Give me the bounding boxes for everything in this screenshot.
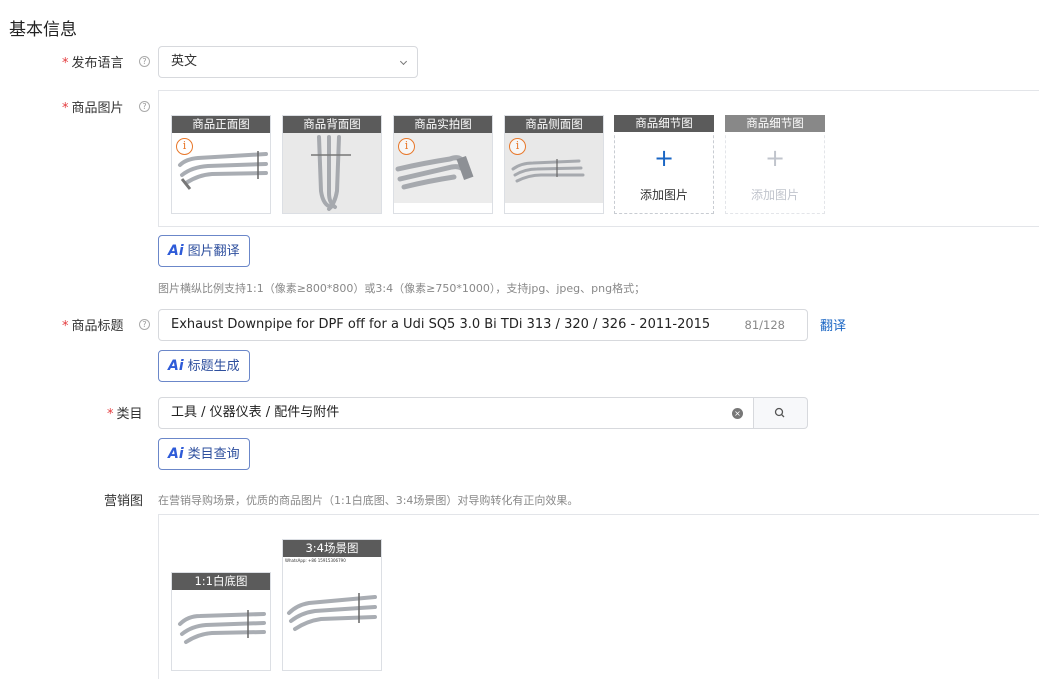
images-label: * 商品图片 — [62, 97, 124, 116]
downpipe-photo — [283, 133, 381, 213]
ai-icon: Ai — [168, 446, 184, 462]
category-input-value: 工具 / 仪器仪表 / 配件与附件 — [171, 405, 340, 420]
category-label: * 类目 — [107, 403, 143, 422]
required-mark: * — [62, 101, 69, 116]
image-format-hint: 图片横纵比例支持1:1（像素≥800*800）或3:4（像素≥750*1000）… — [158, 282, 646, 295]
downpipe-photo — [287, 593, 377, 631]
translate-link[interactable]: 翻译 — [820, 315, 846, 334]
downpipe-photo — [178, 610, 266, 644]
marketing-label: 营销图 — [104, 494, 144, 509]
title-char-counter: 81/128 — [744, 318, 785, 332]
image-translate-label: 图片翻译 — [187, 244, 240, 259]
scene-image[interactable]: 3:4场景图 WhatsApp: +86 15915306790 — [282, 539, 382, 671]
language-label-text: 发布语言 — [71, 56, 124, 71]
help-icon[interactable]: ? — [139, 56, 150, 67]
image-caption: 商品正面图 — [172, 116, 270, 133]
clear-icon[interactable]: × — [732, 408, 743, 419]
help-icon[interactable]: ? — [139, 101, 150, 112]
category-query-label: 类目查询 — [187, 447, 240, 462]
product-back-image[interactable]: 商品背面图 — [282, 115, 382, 214]
white-bg-image[interactable]: 1:1白底图 — [171, 572, 271, 671]
add-image-label: 添加图片 — [750, 188, 799, 202]
category-label-text: 类目 — [116, 407, 143, 422]
image-translate-button[interactable]: Ai 图片翻译 — [158, 235, 250, 267]
required-mark: * — [62, 56, 69, 71]
product-front-image[interactable]: 商品正面图 i — [171, 115, 271, 214]
product-side-image[interactable]: 商品侧面图 i — [504, 115, 604, 214]
title-generate-label: 标题生成 — [187, 359, 240, 374]
marketing-hint: 在营销导购场景，优质的商品图片（1:1白底图、3:4场景图）对导购转化有正向效果… — [158, 494, 579, 507]
required-mark: * — [62, 319, 69, 334]
image-caption: 商品侧面图 — [505, 116, 603, 133]
image-caption: 3:4场景图 — [283, 540, 381, 557]
warning-icon[interactable]: i — [176, 138, 193, 155]
add-detail-image-button-disabled: 商品细节图 + 添加图片 — [725, 115, 825, 214]
title-input-value: Exhaust Downpipe for DPF off for a Udi S… — [171, 317, 711, 332]
title-label-text: 商品标题 — [71, 319, 124, 334]
plus-icon: + — [764, 144, 786, 172]
add-detail-image-button[interactable]: 商品细节图 + 添加图片 — [614, 115, 714, 214]
chevron-down-icon — [399, 57, 408, 66]
language-label: * 发布语言 — [62, 52, 124, 71]
category-input[interactable]: 工具 / 仪器仪表 / 配件与附件 × — [158, 397, 754, 429]
category-query-button[interactable]: Ai 类目查询 — [158, 438, 250, 470]
images-label-text: 商品图片 — [71, 101, 124, 116]
ai-icon: Ai — [168, 243, 184, 259]
plus-icon: + — [653, 144, 675, 172]
category-search-button[interactable] — [754, 397, 808, 429]
image-caption: 商品背面图 — [283, 116, 381, 133]
image-caption: 商品细节图 — [614, 115, 714, 132]
add-image-label: 添加图片 — [639, 188, 688, 202]
language-select[interactable]: 英文 — [158, 46, 418, 78]
product-real-image[interactable]: 商品实拍图 i — [393, 115, 493, 214]
ai-icon: Ai — [168, 358, 184, 374]
language-select-value: 英文 — [171, 54, 198, 69]
title-generate-button[interactable]: Ai 标题生成 — [158, 350, 250, 382]
help-icon[interactable]: ? — [139, 319, 150, 330]
image-caption: 商品细节图 — [725, 115, 825, 132]
title-label: * 商品标题 — [62, 315, 124, 334]
search-icon — [774, 407, 785, 418]
required-mark: * — [107, 407, 114, 422]
title-input[interactable]: Exhaust Downpipe for DPF off for a Udi S… — [158, 309, 808, 341]
image-caption: 商品实拍图 — [394, 116, 492, 133]
warning-icon[interactable]: i — [509, 138, 526, 155]
image-caption: 1:1白底图 — [172, 573, 270, 590]
warning-icon[interactable]: i — [398, 138, 415, 155]
section-title: 基本信息 — [9, 20, 77, 40]
